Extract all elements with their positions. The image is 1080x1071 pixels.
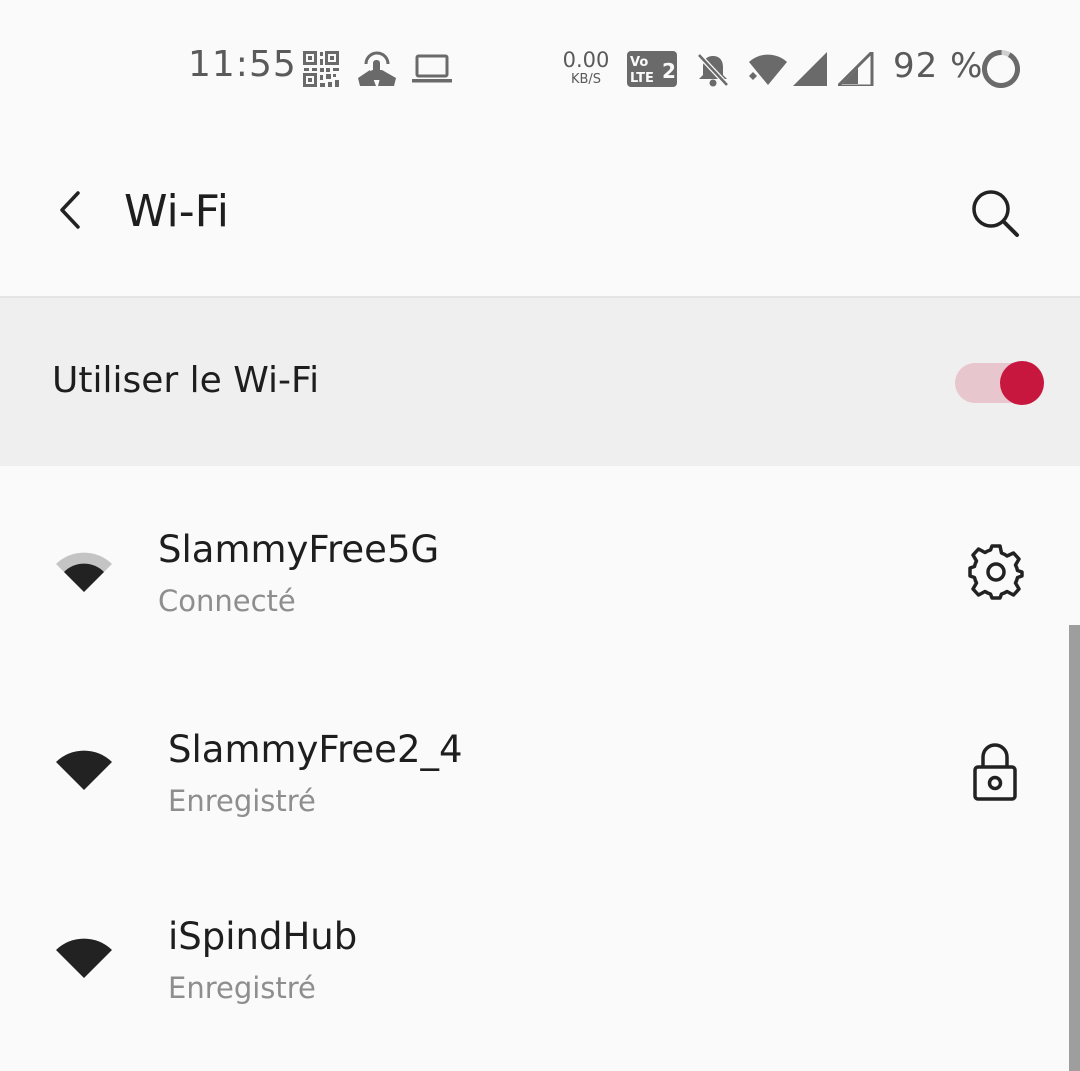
- network-settings-button[interactable]: [964, 540, 1028, 604]
- network-status: Connecté: [158, 584, 296, 618]
- back-button[interactable]: [40, 180, 100, 240]
- scrollbar[interactable]: [1069, 625, 1080, 1071]
- toggle-thumb: [1000, 361, 1044, 405]
- network-item[interactable]: iSpindHub Enregistré: [0, 870, 1068, 1060]
- network-ssid: iSpindHub: [168, 915, 358, 958]
- status-time: 11:55: [188, 44, 297, 85]
- network-speed-unit: KB/S: [570, 72, 602, 87]
- svg-text:LTE: LTE: [630, 71, 654, 86]
- laptop-icon: [412, 54, 452, 83]
- network-status: Enregistré: [168, 784, 316, 818]
- svg-text:Vo: Vo: [630, 55, 648, 70]
- status-bar: 11:55 0.00 KB/S Vo LTE 2 92 %: [0, 0, 1080, 140]
- hand-touch-icon: [358, 51, 396, 86]
- use-wifi-label: Utiliser le Wi-Fi: [52, 360, 320, 401]
- search-button[interactable]: [962, 180, 1028, 246]
- network-status: Enregistré: [168, 971, 316, 1005]
- signal-weak-icon: [838, 52, 874, 86]
- qr-code-icon: [303, 51, 339, 87]
- signal-full-icon: [793, 52, 827, 86]
- back-arrow-icon: [60, 191, 80, 229]
- network-speed-value: 0.00: [562, 48, 610, 72]
- network-item[interactable]: SlammyFree2_4 Enregistré: [0, 680, 1068, 870]
- battery-ring-icon: [982, 50, 1020, 88]
- search-icon: [972, 190, 1019, 237]
- wifi-signal-low-icon: [56, 938, 112, 978]
- network-ssid: SlammyFree2_4: [168, 728, 463, 771]
- lock-icon: [973, 743, 1017, 801]
- bell-off-icon: [697, 53, 729, 87]
- network-ssid: SlammyFree5G: [158, 528, 440, 571]
- use-wifi-toggle[interactable]: [955, 361, 1045, 405]
- svg-text:2: 2: [662, 59, 676, 83]
- wifi-signal-low-icon: [56, 750, 112, 790]
- wifi-signal-medium-icon: [56, 552, 112, 592]
- wifi-icon: [749, 54, 787, 85]
- gear-icon: [968, 544, 1024, 600]
- battery-percent: 92 %: [893, 46, 984, 86]
- app-bar: Wi-Fi: [0, 140, 1080, 296]
- volte-icon: Vo LTE 2: [627, 51, 677, 87]
- network-item[interactable]: SlammyFree5G Connecté: [0, 480, 1068, 670]
- network-speed: 0.00 KB/S: [562, 48, 610, 87]
- use-wifi-row[interactable]: Utiliser le Wi-Fi: [0, 298, 1080, 466]
- page-title: Wi-Fi: [124, 186, 229, 237]
- network-secured-indicator: [963, 740, 1027, 804]
